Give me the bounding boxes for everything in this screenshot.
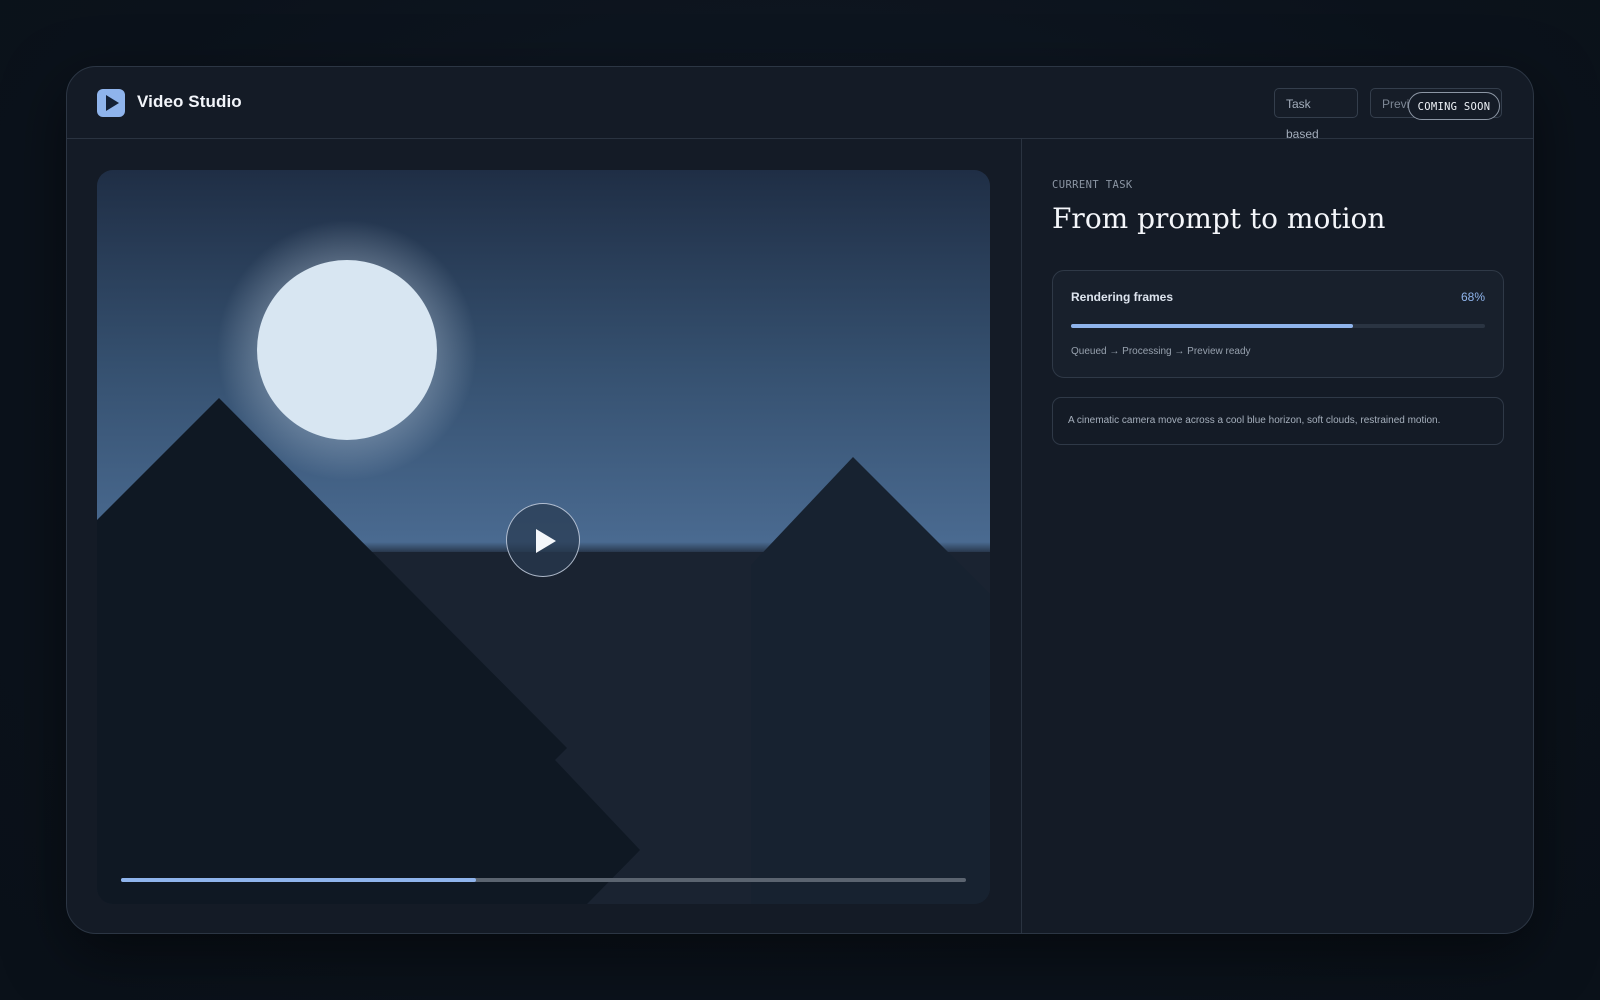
section-eyebrow: CURRENT TASK	[1052, 179, 1133, 191]
app-logo	[97, 89, 125, 117]
task-based-button[interactable]: Task based	[1274, 88, 1358, 141]
app-window: Video Studio Task based Preview first wo…	[66, 66, 1534, 934]
progress-percent: 68%	[1460, 290, 1485, 304]
play-button[interactable]	[506, 503, 580, 577]
task-title: From prompt to motion	[1052, 202, 1386, 235]
progress-bar	[1071, 324, 1485, 328]
prompt-card: A cinematic camera move across a cool bl…	[1052, 397, 1504, 445]
playback-scrubber[interactable]	[121, 878, 966, 882]
app-title: Video Studio	[137, 92, 242, 111]
coming-soon-badge: COMING SOON	[1408, 92, 1500, 120]
app-header: Video Studio Task based Preview first wo…	[67, 67, 1533, 141]
playback-progress-fill	[121, 878, 476, 882]
panel-divider	[1021, 138, 1022, 933]
render-progress-card: Rendering frames 68% Queued → Processing…	[1052, 270, 1504, 378]
prompt-text: A cinematic camera move across a cool bl…	[1068, 415, 1441, 426]
progress-steps: Queued → Processing → Preview ready	[1071, 346, 1251, 357]
progress-bar-fill	[1071, 324, 1353, 328]
video-preview[interactable]	[97, 170, 990, 904]
progress-label: Rendering frames	[1071, 290, 1174, 304]
